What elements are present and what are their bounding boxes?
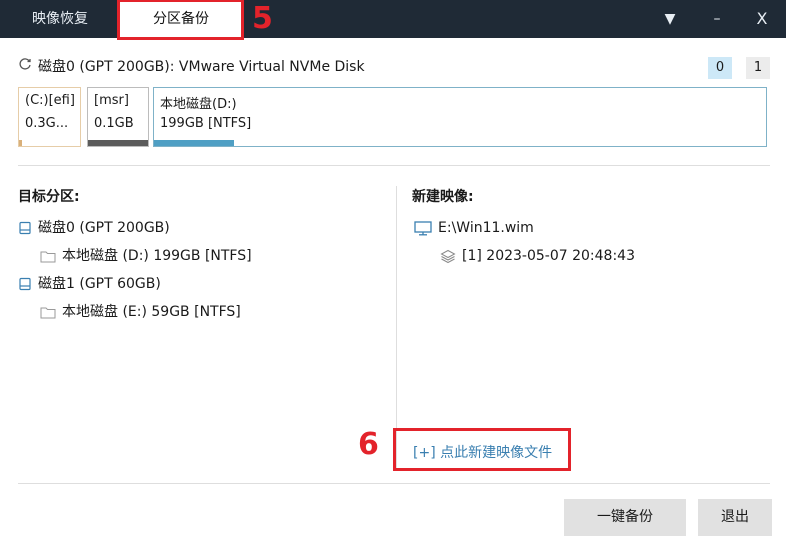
new-image-title: 新建映像: <box>412 189 474 205</box>
divider-vertical <box>396 186 397 468</box>
tree-label: 磁盘1 (GPT 60GB) <box>38 276 161 292</box>
create-new-image-link[interactable]: [+] 点此新建映像文件 <box>413 442 552 462</box>
monitor-icon <box>414 220 432 235</box>
annotation-number-6: 6 <box>358 427 379 462</box>
partition-label: 本地磁盘(D:) <box>160 97 237 112</box>
layers-icon <box>440 249 456 263</box>
folder-icon <box>40 307 56 318</box>
divider <box>18 165 770 166</box>
tree-label: 本地磁盘 (D:) 199GB [NTFS] <box>62 248 252 264</box>
tree-disk-0[interactable]: 磁盘0 (GPT 200GB) <box>18 218 170 238</box>
partition-msr[interactable]: [msr] 0.1GB <box>87 87 149 147</box>
one-click-backup-button[interactable]: 一键备份 <box>564 499 686 536</box>
tab-partition-backup[interactable]: 分区备份 <box>119 0 243 38</box>
partition-size: 0.1GB <box>94 116 134 131</box>
image-entry-label: [1] 2023-05-07 20:48:43 <box>462 248 635 264</box>
annotation-number-5: 5 <box>252 1 273 36</box>
partition-usage-bar <box>88 140 148 146</box>
partition-label: (C:)[efi] <box>25 93 75 108</box>
refresh-icon[interactable] <box>18 57 34 77</box>
tree-partition-e[interactable]: 本地磁盘 (E:) 59GB [NTFS] <box>40 302 241 322</box>
disk-icon <box>19 277 31 291</box>
disk-title: 磁盘0 (GPT 200GB): VMware Virtual NVMe Dis… <box>38 59 365 75</box>
tree-disk-1[interactable]: 磁盘1 (GPT 60GB) <box>18 274 161 294</box>
image-file-row[interactable]: E:\Win11.wim <box>414 218 534 238</box>
image-entry-row[interactable]: [1] 2023-05-07 20:48:43 <box>440 246 635 266</box>
partition-d[interactable]: 本地磁盘(D:) 199GB [NTFS] <box>153 87 767 147</box>
menu-dropdown-icon[interactable]: ▼ <box>650 0 690 38</box>
tree-partition-d[interactable]: 本地磁盘 (D:) 199GB [NTFS] <box>40 246 252 266</box>
partition-usage-bar <box>19 140 23 146</box>
tree-label: 本地磁盘 (E:) 59GB [NTFS] <box>62 304 241 320</box>
close-button[interactable]: X <box>742 0 782 38</box>
folder-icon <box>40 251 56 262</box>
disk-header: 磁盘0 (GPT 200GB): VMware Virtual NVMe Dis… <box>18 57 365 77</box>
tree-label: 磁盘0 (GPT 200GB) <box>38 220 170 236</box>
partition-size: 199GB [NTFS] <box>160 116 252 131</box>
disk-icon <box>19 221 31 235</box>
minimize-button[interactable]: – <box>697 0 737 38</box>
partition-label: [msr] <box>94 93 129 108</box>
title-bar: 映像恢复 分区备份 ▼ – X <box>0 0 786 38</box>
disk-index-1-button[interactable]: 1 <box>746 57 770 79</box>
target-partition-title: 目标分区: <box>18 189 80 205</box>
partition-efi[interactable]: (C:)[efi] 0.3G... <box>18 87 81 147</box>
partition-usage-bar <box>154 140 234 146</box>
partition-size: 0.3G... <box>25 116 69 131</box>
tab-image-restore[interactable]: 映像恢复 <box>14 0 106 38</box>
image-file-label: E:\Win11.wim <box>438 220 534 236</box>
exit-button[interactable]: 退出 <box>698 499 772 536</box>
disk-index-0-button[interactable]: 0 <box>708 57 732 79</box>
divider <box>18 483 770 484</box>
